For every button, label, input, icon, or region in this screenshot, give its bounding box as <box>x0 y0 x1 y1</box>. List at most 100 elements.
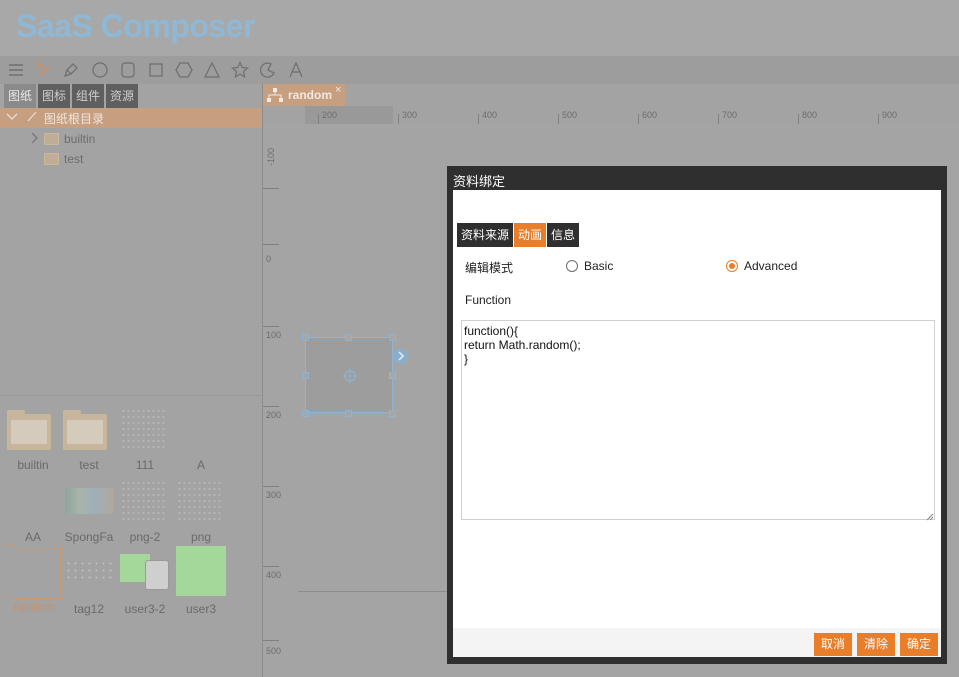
mode-basic-label[interactable]: Basic <box>584 259 613 273</box>
dialog-title: 资料绑定 <box>453 175 506 190</box>
circle-icon[interactable] <box>90 60 110 80</box>
function-code-editor[interactable]: function(){ return Math.random(); } <box>461 320 935 520</box>
doc-tab-random[interactable]: random × <box>263 84 345 106</box>
vertical-ruler: -100 0 100 200 300 400 500 <box>263 124 281 677</box>
ruler-tick-label: 800 <box>802 110 818 120</box>
grid-item-png-2[interactable]: png-2 <box>117 476 173 548</box>
thumbnail-image <box>121 408 165 448</box>
tree-item-test[interactable]: test <box>30 150 230 170</box>
grid-item-random[interactable]: random <box>5 545 61 614</box>
text-icon[interactable] <box>286 60 306 80</box>
rounded-rect-icon[interactable] <box>118 60 138 80</box>
grid-item-label: user3 <box>185 602 217 616</box>
arc-icon[interactable] <box>258 60 278 80</box>
folder-icon <box>63 410 107 450</box>
clear-button[interactable]: 清除 <box>857 633 895 656</box>
thumbnail-image <box>65 560 113 580</box>
thumbnail-image <box>176 546 226 596</box>
left-panel-tabs: 图纸 图标 组件 资源 <box>4 84 139 108</box>
function-label: Function <box>465 293 512 307</box>
doc-tab-label: random <box>288 88 333 102</box>
grid-item-label: SpongFa <box>64 530 114 544</box>
chevron-right-icon[interactable] <box>30 131 40 148</box>
tree-item-builtin[interactable]: builtin <box>30 130 230 150</box>
dialog-tabs: 资料来源 动画 信息 <box>457 223 580 247</box>
document-tabbar: random × <box>263 84 959 106</box>
thumbnail-image <box>65 488 113 514</box>
hexagon-icon[interactable] <box>174 60 194 80</box>
ruler-tick-label: -100 <box>266 147 276 166</box>
crosshair-icon[interactable] <box>342 368 358 387</box>
tab-components[interactable]: 组件 <box>72 84 105 108</box>
grid-item-label: AA <box>24 530 41 544</box>
panel-divider <box>0 395 262 396</box>
grid-item-tag12[interactable]: tag12 <box>61 548 117 620</box>
package-icon <box>145 560 169 590</box>
edit-mode-label: 编辑模式 <box>465 261 514 275</box>
data-binding-dialog: 资料绑定 资料来源 动画 信息 编辑模式 Basic Advanced Func… <box>447 166 947 664</box>
resize-handle[interactable] <box>389 334 396 341</box>
close-icon[interactable]: × <box>335 84 341 96</box>
grid-item-png[interactable]: png <box>173 476 229 548</box>
ok-button[interactable]: 确定 <box>900 633 938 656</box>
grid-item-111[interactable]: 111 <box>117 404 173 476</box>
ruler-tick-label: 500 <box>266 646 282 656</box>
tab-data-source[interactable]: 资料来源 <box>457 223 514 247</box>
tree-root-item[interactable]: 图纸根目录 <box>0 108 262 128</box>
grid-item-test[interactable]: test <box>61 404 117 476</box>
grid-item-label: 111 <box>135 458 155 472</box>
mode-basic-radio[interactable] <box>566 260 578 272</box>
grid-item-user3[interactable]: user3 <box>173 546 229 620</box>
menu-icon[interactable] <box>6 60 26 80</box>
resize-handle[interactable] <box>389 410 396 417</box>
ruler-tick-label: 500 <box>562 110 578 120</box>
chevron-down-icon[interactable] <box>6 111 18 126</box>
dialog-footer: 取消 清除 确定 <box>453 628 941 657</box>
ruler-tick-label: 200 <box>322 110 338 120</box>
grid-item-label: tag12 <box>73 602 105 616</box>
folder-open-icon <box>26 110 38 125</box>
horizontal-ruler: 200 300 400 500 600 700 800 900 <box>305 106 959 124</box>
tab-resources[interactable]: 资源 <box>106 84 139 108</box>
resize-handle[interactable] <box>345 334 352 341</box>
rect-icon[interactable] <box>146 60 166 80</box>
grid-item-spongfa[interactable]: SpongFa <box>61 476 117 548</box>
resize-handle[interactable] <box>302 334 309 341</box>
mode-advanced-radio[interactable] <box>726 260 738 272</box>
grid-item-user3-2[interactable]: user3-2 <box>117 548 173 620</box>
resize-handle[interactable] <box>302 410 309 417</box>
triangle-icon[interactable] <box>202 60 222 80</box>
cancel-button[interactable]: 取消 <box>814 633 852 656</box>
ruler-tick-label: 100 <box>266 330 282 340</box>
mode-advanced-label[interactable]: Advanced <box>744 259 797 273</box>
canvas-line <box>298 591 448 592</box>
pointer-icon[interactable] <box>33 60 53 80</box>
grid-item-aa[interactable]: AA <box>5 476 61 548</box>
star-icon[interactable] <box>230 60 250 80</box>
selected-shape[interactable] <box>305 337 393 413</box>
tab-icons[interactable]: 图标 <box>38 84 71 108</box>
grid-item-a[interactable]: A <box>173 404 229 476</box>
tab-info[interactable]: 信息 <box>547 223 580 247</box>
resize-handle[interactable] <box>302 372 309 379</box>
resize-handle[interactable] <box>389 372 396 379</box>
ruler-tick-label: 0 <box>266 254 272 264</box>
ruler-tick-label: 400 <box>266 570 282 580</box>
resize-grip-icon[interactable] <box>925 510 934 524</box>
grid-item-builtin[interactable]: builtin <box>5 404 61 476</box>
tab-drawings[interactable]: 图纸 <box>4 84 37 108</box>
grid-item-label: png-2 <box>129 530 161 544</box>
thumbnail-image <box>177 480 221 520</box>
tree-item-label: test <box>64 152 84 166</box>
grid-item-label: random <box>13 600 55 614</box>
grid-item-label: builtin <box>17 458 49 472</box>
tab-animation[interactable]: 动画 <box>514 223 547 247</box>
grid-item-label: png <box>190 530 212 544</box>
ruler-tick-label: 600 <box>642 110 658 120</box>
chevron-right-icon[interactable] <box>393 349 408 364</box>
folder-icon <box>44 153 59 165</box>
resize-handle[interactable] <box>345 410 352 417</box>
folder-icon <box>7 410 51 450</box>
left-panel: 图纸 图标 组件 资源 图纸根目录 builtin test builtin t… <box>0 84 262 677</box>
pen-icon[interactable] <box>61 60 81 80</box>
